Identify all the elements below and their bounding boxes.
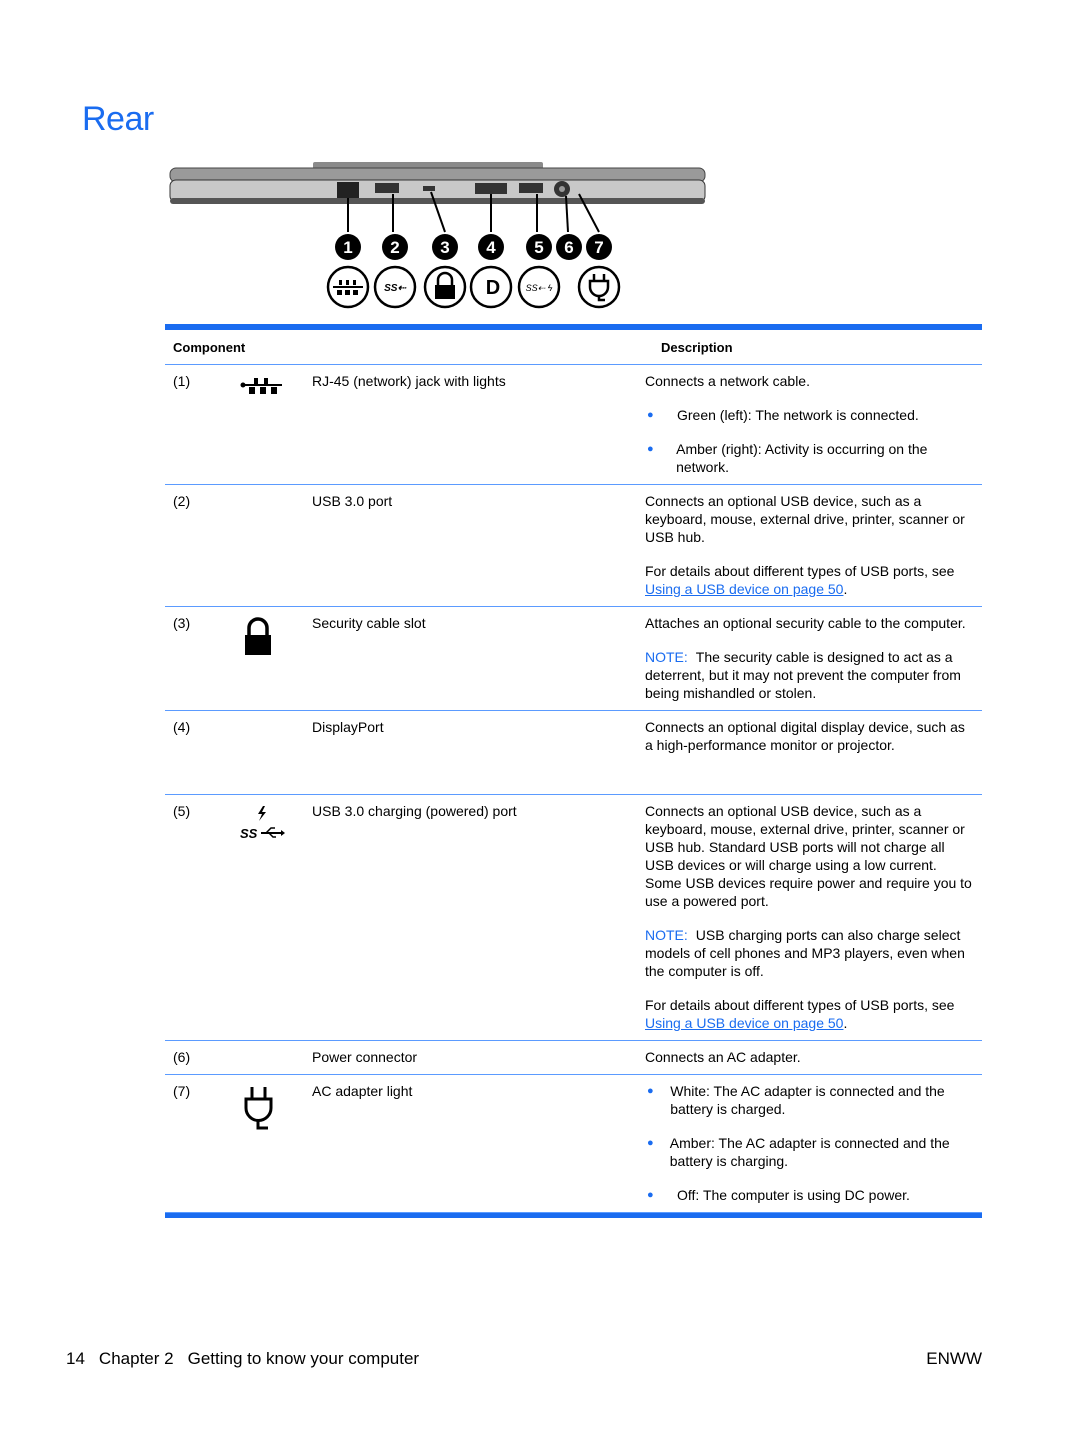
bullet-text: Green (left): The network is connected.: [677, 407, 919, 423]
usb-device-link[interactable]: Using a USB device on page 50: [645, 1015, 843, 1031]
row-number: (3): [173, 615, 191, 631]
cross-reference: For details about different types of USB…: [645, 562, 975, 598]
table-row: (3) Security cable slot Attaches an opti…: [165, 607, 982, 711]
description-text: Connects an AC adapter.: [645, 1049, 801, 1065]
table-bottom-rule: [165, 1213, 982, 1218]
bullet-icon: ●: [647, 409, 654, 421]
usb-3-charging-icon: SS: [240, 806, 285, 841]
row-number: (2): [173, 493, 191, 509]
cross-reference-prefix: For details about different types of USB…: [645, 997, 955, 1013]
bullet-icon: ●: [647, 1189, 654, 1201]
bullet-text: Amber: The AC adapter is connected and t…: [669, 1135, 950, 1169]
row-number: (1): [173, 373, 191, 389]
page-title: Rear: [82, 100, 154, 138]
bullet-item: ● Amber: The AC adapter is connected and …: [645, 1134, 975, 1170]
bullet-text: Off: The computer is using DC power.: [677, 1187, 910, 1203]
bullet-item: ● Green (left): The network is connected.: [645, 406, 975, 424]
table-row: (7) AC adapter light ● White: The AC adap…: [165, 1075, 982, 1213]
row-number: (6): [173, 1049, 191, 1065]
cross-reference: For details about different types of USB…: [645, 996, 975, 1032]
page-footer: 14 Chapter 2 Getting to know your computer…: [66, 1349, 982, 1369]
chapter-label: Chapter 2: [98, 1349, 174, 1368]
lock-icon: [245, 617, 271, 655]
callout-3: 3: [440, 238, 449, 257]
description-text: Connects a network cable.: [645, 373, 810, 389]
chapter-title: Getting to know your computer: [187, 1349, 420, 1368]
usb-3-icon: SS⇠: [384, 283, 406, 294]
component-name: USB 3.0 port: [312, 493, 393, 509]
port-icon-circles: [326, 265, 621, 309]
callout-6: 6: [564, 238, 573, 257]
callout-numbers: 1 2 3 4 5 6 7: [335, 234, 612, 260]
bullet-item: ● Off: The computer is using DC power.: [645, 1186, 975, 1204]
component-name: USB 3.0 charging (powered) port: [312, 803, 517, 819]
note: NOTE: USB charging ports can also charge …: [645, 926, 975, 980]
component-name: AC adapter light: [312, 1083, 413, 1099]
row-number: (7): [173, 1083, 191, 1099]
ac-plug-icon: [244, 1087, 273, 1130]
rear-view-figure: 1 2 3 4 5 6 7 SS⇠ D SS⇠ ϟ: [169, 162, 706, 309]
component-description: Connects an optional USB device, such as…: [645, 802, 975, 1032]
component-name: Security cable slot: [312, 615, 426, 631]
row-number: (4): [173, 719, 191, 735]
table-row: (2) USB 3.0 port Connects an optional US…: [165, 485, 982, 607]
component-description: Attaches an optional security cable to t…: [645, 614, 975, 702]
header-component: Component: [173, 339, 246, 355]
note-label: NOTE:: [645, 649, 688, 665]
component-description: Connects an optional digital display dev…: [645, 718, 975, 786]
component-name: Power connector: [312, 1049, 418, 1065]
component-table: Component Description (1) RJ-45 (network…: [165, 324, 982, 1218]
component-description: Connects an optional USB device, such as…: [645, 492, 975, 598]
cross-reference-suffix: .: [843, 581, 848, 597]
network-jack-icon: [240, 378, 282, 394]
description-text: Attaches an optional security cable to t…: [645, 615, 966, 631]
component-description: Connects a network cable. ● Green (left):…: [645, 372, 975, 476]
component-description: Connects an AC adapter.: [645, 1048, 975, 1066]
cross-reference-suffix: .: [843, 1015, 848, 1031]
component-name: DisplayPort: [312, 719, 384, 735]
page-number: 14: [66, 1349, 85, 1368]
component-name: RJ-45 (network) jack with lights: [312, 373, 506, 389]
note-text: The security cable is designed to act as…: [645, 649, 961, 701]
callout-2: 2: [390, 238, 399, 257]
bullet-text: Amber (right): Activity is occurring on …: [676, 441, 928, 475]
description-text: Connects an optional USB device, such as…: [645, 493, 965, 545]
description-text: Connects an optional USB device, such as…: [645, 803, 972, 909]
note-label: NOTE:: [645, 927, 688, 943]
svg-text:SS: SS: [240, 826, 258, 841]
callout-1: 1: [343, 238, 352, 257]
callout-4: 4: [486, 238, 496, 257]
displayport-icon: D: [486, 277, 500, 299]
usb-3-charging-icon: SS⇠ ϟ: [526, 283, 553, 293]
component-description: ● White: The AC adapter is connected and …: [645, 1082, 975, 1204]
bullet-icon: ●: [647, 1085, 654, 1097]
callout-7: 7: [594, 238, 603, 257]
laptop-rear-illustration: [169, 162, 706, 204]
description-text: Connects an optional digital display dev…: [645, 719, 965, 753]
note-text: USB charging ports can also charge selec…: [645, 927, 965, 979]
bullet-text: White: The AC adapter is connected and t…: [670, 1083, 945, 1117]
table-row: (1) RJ-45 (network) jack with lights Con…: [165, 365, 982, 485]
header-description: Description: [661, 339, 733, 355]
row-number: (5): [173, 803, 191, 819]
bullet-icon: ●: [647, 1137, 654, 1149]
note: NOTE: The security cable is designed to a…: [645, 648, 975, 702]
usb-device-link[interactable]: Using a USB device on page 50: [645, 581, 843, 597]
locale-code: ENWW: [926, 1349, 982, 1368]
table-row: (4) DisplayPort Connects an optional dig…: [165, 711, 982, 795]
table-row: (5) SS USB 3.0 charging (powered) port C…: [165, 795, 982, 1041]
callout-5: 5: [534, 238, 543, 257]
bullet-item: ● Amber (right): Activity is occurring on…: [645, 440, 975, 476]
table-header: Component Description: [165, 330, 982, 365]
bullet-icon: ●: [647, 443, 654, 455]
bullet-item: ● White: The AC adapter is connected and …: [645, 1082, 975, 1118]
cross-reference-prefix: For details about different types of USB…: [645, 563, 955, 579]
table-row: (6) Power connector Connects an AC adapt…: [165, 1041, 982, 1075]
